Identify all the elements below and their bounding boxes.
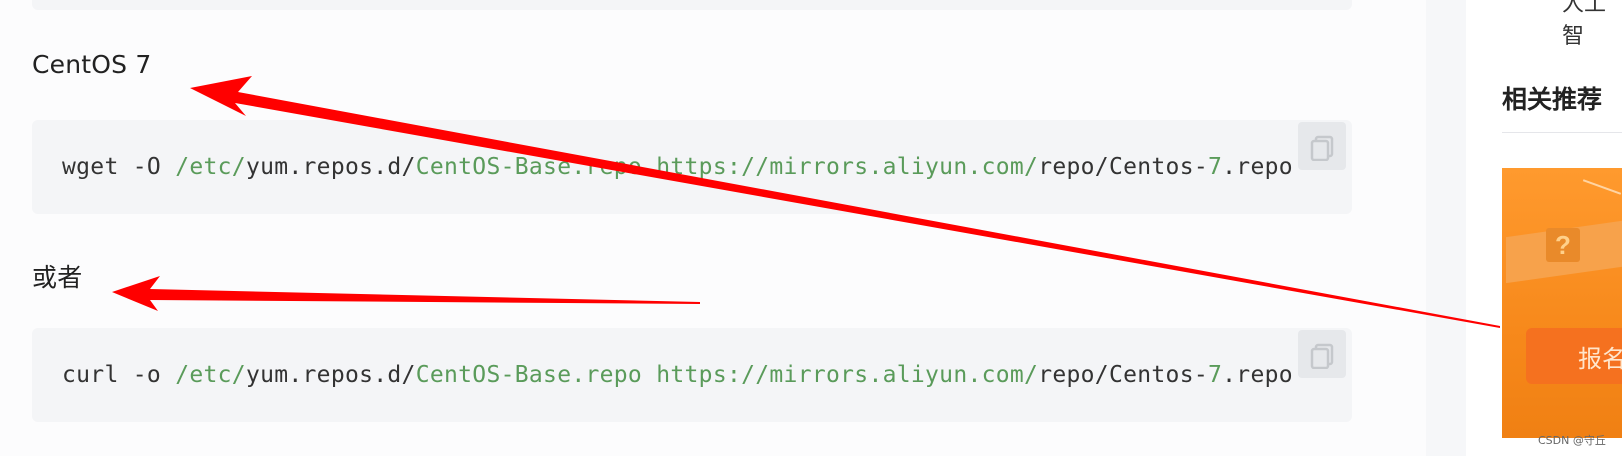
copy-button[interactable]	[1298, 122, 1346, 170]
code-token: wget -O	[62, 154, 176, 180]
ad-decoration	[1582, 179, 1622, 195]
code-token: CentOS-Base.repo	[415, 154, 643, 180]
question-icon: ?	[1546, 228, 1580, 262]
code-token: https://mirrors.aliyun.com/	[656, 154, 1039, 180]
code-line-curl: curl -o /etc/yum.repos.d/CentOS-Base.rep…	[62, 362, 1293, 388]
code-token: yum.repos.d/	[245, 362, 416, 388]
article-content: CentOS 7 wget -O /etc/yum.repos.d/CentOS…	[0, 0, 1426, 456]
code-line-wget: wget -O /etc/yum.repos.d/CentOS-Base.rep…	[62, 154, 1293, 180]
code-token: .repo	[1222, 154, 1293, 180]
copy-button[interactable]	[1298, 330, 1346, 378]
ad-signup-button[interactable]: 报名	[1526, 328, 1622, 384]
sidebar: 人工智 相关推荐 ? 报名	[1466, 0, 1622, 456]
copy-icon	[1310, 135, 1334, 161]
code-block-curl[interactable]: curl -o /etc/yum.repos.d/CentOS-Base.rep…	[32, 328, 1352, 422]
code-token: 7	[1208, 154, 1223, 180]
code-token: repo/Centos-	[1038, 154, 1208, 180]
code-token: yum.repos.d/	[245, 154, 416, 180]
code-token: 7	[1208, 362, 1223, 388]
code-token: CentOS-Base.repo	[415, 362, 643, 388]
heading-centos7: CentOS 7	[32, 50, 152, 79]
code-token: /etc/	[175, 154, 246, 180]
heading-or: 或者	[32, 263, 83, 292]
code-token: curl -o	[62, 362, 176, 388]
copy-icon	[1310, 343, 1334, 369]
code-token: repo/Centos-	[1038, 362, 1208, 388]
code-block-wget[interactable]: wget -O /etc/yum.repos.d/CentOS-Base.rep…	[32, 120, 1352, 214]
divider	[1502, 132, 1622, 133]
code-token: .repo	[1222, 362, 1293, 388]
watermark: CSDN @守丘	[1538, 434, 1606, 447]
previous-code-block	[32, 0, 1352, 10]
code-token: /etc/	[175, 362, 246, 388]
related-recommendations-title: 相关推荐	[1502, 85, 1603, 114]
code-token: https://mirrors.aliyun.com/	[656, 362, 1039, 388]
sidebar-top-text[interactable]: 人工智	[1562, 0, 1622, 50]
ad-banner[interactable]: ? 报名	[1502, 168, 1622, 438]
